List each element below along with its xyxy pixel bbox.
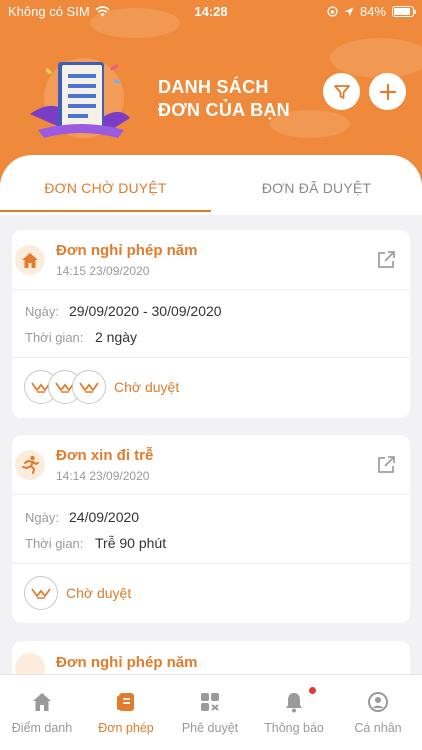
approver-status-row: Chờ duyệt	[24, 370, 179, 404]
divider	[12, 289, 410, 290]
approver-logo-icon	[79, 382, 99, 393]
status-bar: Không có SIM 14:28 84%	[0, 0, 422, 22]
duration-value: 2 ngày	[95, 329, 138, 345]
screen-lock-icon	[327, 6, 338, 17]
nav-label: Thông báo	[264, 721, 324, 735]
request-type-badge	[15, 653, 45, 674]
nav-label: Đơn phép	[98, 721, 154, 735]
user-icon	[368, 692, 388, 712]
add-button[interactable]	[369, 73, 406, 110]
duration-value: Trễ 90 phút	[95, 535, 167, 551]
divider	[12, 357, 410, 358]
tab-approved[interactable]: ĐƠN ĐÃ DUYỆT	[211, 180, 422, 196]
date-value: 29/09/2020 - 30/09/2020	[69, 303, 222, 319]
nav-item-requests[interactable]: Đơn phép	[84, 675, 168, 750]
filter-button[interactable]	[323, 73, 360, 110]
bell-icon	[286, 693, 302, 713]
nav-item-profile[interactable]: Cá nhân	[336, 675, 420, 750]
nav-label: Phê duyệt	[181, 721, 239, 735]
request-title: Đơn nghỉ phép năm	[56, 654, 198, 671]
page-title-line2: ĐƠN CỦA BẠN	[158, 100, 290, 120]
request-timestamp: 14:15 23/09/2020	[56, 264, 150, 278]
document-icon	[117, 693, 134, 711]
location-arrow-icon	[344, 7, 354, 16]
date-label: Ngày:	[25, 304, 59, 319]
home-icon	[22, 252, 38, 268]
request-type-badge	[15, 245, 45, 275]
filter-icon	[333, 84, 350, 99]
date-label: Ngày:	[25, 510, 59, 525]
grid-check-icon	[201, 693, 219, 711]
request-card[interactable]: Đơn nghỉ phép năm	[12, 641, 410, 674]
battery-percent: 84%	[359, 4, 386, 19]
nav-item-approval[interactable]: Phê duyệt	[168, 675, 252, 750]
request-card[interactable]: Đơn nghỉ phép năm 14:15 23/09/2020 Ngày:…	[12, 230, 410, 418]
nav-item-attendance[interactable]: Điểm danh	[0, 675, 84, 750]
cloud-decoration	[330, 38, 422, 78]
bottom-nav: Điểm danh Đơn phép Phê duyệt Thông báo C…	[0, 674, 422, 750]
approver-avatar	[72, 370, 106, 404]
page-title-line1: DANH SÁCH	[158, 77, 269, 97]
request-card[interactable]: Đơn xin đi trễ 14:14 23/09/2020 Ngày: 24…	[12, 435, 410, 623]
divider	[12, 563, 410, 564]
running-person-icon	[22, 455, 39, 474]
external-link-icon[interactable]	[376, 250, 396, 270]
date-value: 24/09/2020	[69, 509, 140, 525]
tab-pending[interactable]: ĐƠN CHỜ DUYỆT	[0, 180, 211, 196]
approver-status-row: Chờ duyệt	[24, 576, 131, 610]
nav-label: Cá nhân	[354, 721, 402, 735]
approver-logo-icon	[31, 588, 51, 599]
external-link-icon[interactable]	[376, 455, 396, 475]
request-title: Đơn xin đi trễ	[56, 447, 154, 464]
page-title: DANH SÁCH ĐƠN CỦA BẠN	[158, 76, 290, 122]
home-icon	[33, 693, 51, 711]
request-status: Chờ duyệt	[114, 379, 180, 395]
active-tab-indicator	[0, 210, 211, 212]
request-title: Đơn nghỉ phép năm	[56, 242, 198, 259]
duration-label: Thời gian:	[25, 536, 84, 551]
request-type-badge	[15, 450, 45, 480]
status-right: 84%	[327, 4, 416, 19]
request-status: Chờ duyệt	[66, 585, 132, 601]
request-timestamp: 14:14 23/09/2020	[56, 469, 150, 483]
divider	[12, 494, 410, 495]
notification-badge	[309, 687, 316, 694]
battery-icon	[392, 6, 416, 17]
plus-icon	[379, 83, 396, 100]
duration-label: Thời gian:	[25, 330, 84, 345]
nav-label: Điểm danh	[11, 721, 73, 735]
approver-avatar	[24, 576, 58, 610]
nav-item-notifications[interactable]: Thông báo	[252, 675, 336, 750]
document-illustration	[30, 58, 130, 138]
